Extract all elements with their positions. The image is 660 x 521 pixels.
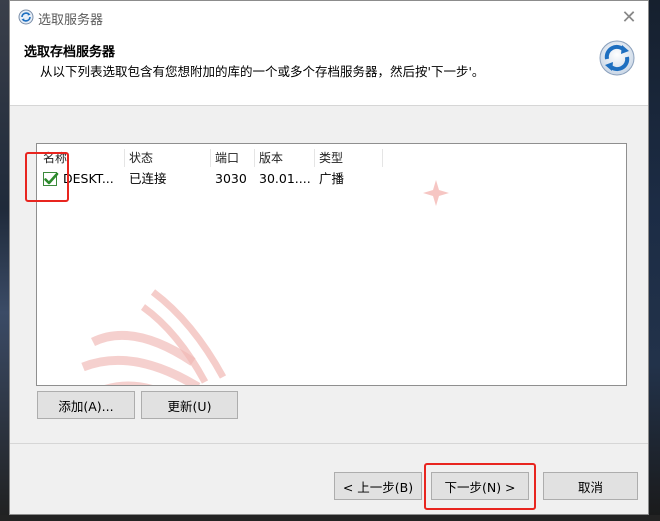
column-header-port[interactable]: 端口 [211, 149, 255, 167]
add-server-button[interactable]: 添加(A)... [37, 391, 135, 419]
server-version: 30.01.... [259, 171, 311, 186]
server-status: 已连接 [129, 171, 167, 186]
server-port: 3030 [215, 171, 247, 186]
server-list[interactable]: 名称 状态 端口 版本 类型 DESKT... 已连接 3030 30.01..… [36, 143, 627, 386]
server-name: DESKT... [63, 171, 114, 186]
server-type: 广播 [319, 171, 345, 186]
refresh-sync-icon [18, 9, 34, 25]
refresh-button[interactable]: 更新(U) [141, 391, 238, 419]
wizard-header: 选取存档服务器 从以下列表选取包含有您想附加的库的一个或多个存档服务器，然后按'… [10, 33, 648, 106]
window-title: 选取服务器 [38, 13, 104, 28]
title-bar: 选取服务器 ✕ [10, 1, 648, 33]
column-header-type[interactable]: 类型 [315, 149, 383, 167]
desktop-background-right [648, 0, 660, 521]
sync-arrows-icon [599, 40, 635, 76]
annotation-highlight-checkbox [25, 152, 69, 202]
page-description: 从以下列表选取包含有您想附加的库的一个或多个存档服务器，然后按'下一步'。 [40, 64, 485, 79]
taskbar-strip [0, 515, 660, 521]
back-button[interactable]: < 上一步(B) [334, 472, 422, 500]
desktop-background-left [0, 0, 9, 521]
column-header-version[interactable]: 版本 [255, 149, 315, 167]
close-icon: ✕ [621, 6, 637, 28]
annotation-highlight-next [424, 463, 536, 510]
column-header-status[interactable]: 状态 [125, 149, 211, 167]
watermark-graphic [81, 289, 227, 385]
page-title: 选取存档服务器 [24, 45, 116, 60]
close-button[interactable]: ✕ [614, 3, 644, 31]
footer-divider [10, 443, 648, 444]
select-server-dialog: 选取服务器 ✕ 选取存档服务器 从以下列表选取包含有您想附加的库的一个或多个存档… [9, 0, 649, 515]
cancel-button[interactable]: 取消 [543, 472, 638, 500]
table-row[interactable]: DESKT... 已连接 3030 30.01.... 广播 [37, 168, 626, 190]
